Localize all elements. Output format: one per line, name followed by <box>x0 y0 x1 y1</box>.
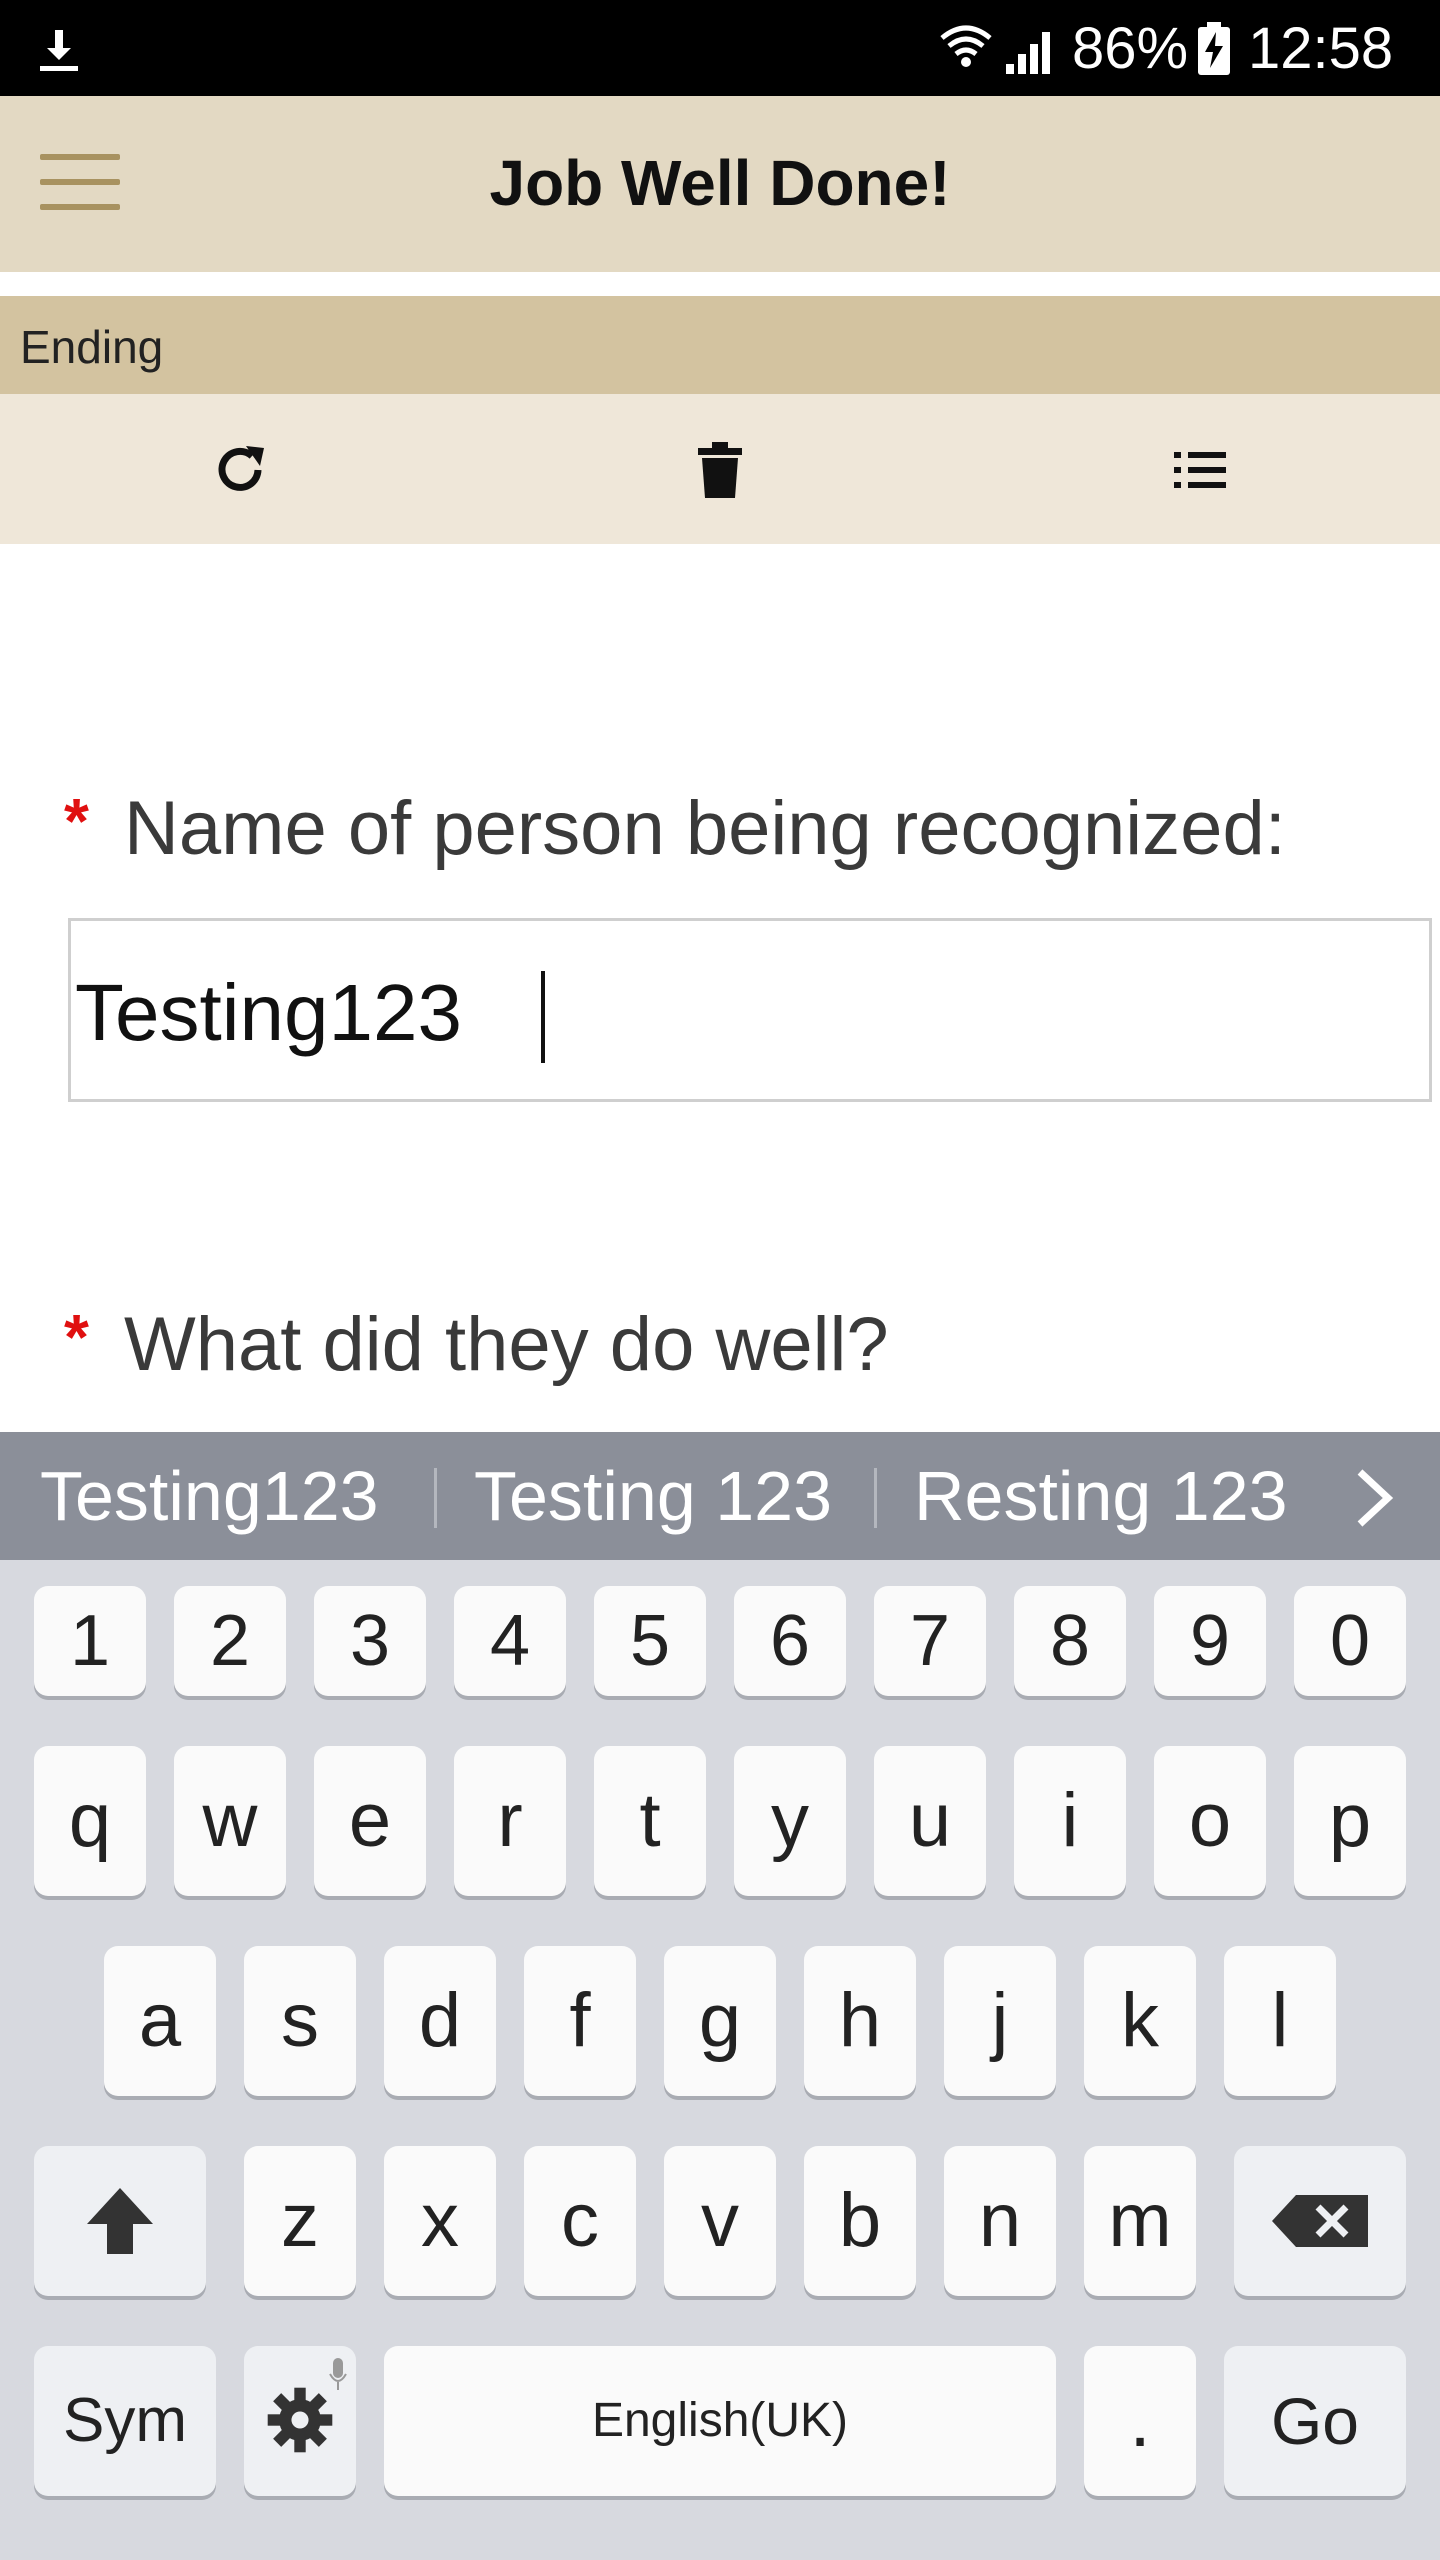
app-bar: Job Well Done! <box>0 96 1440 272</box>
section-header: Ending <box>0 296 1440 394</box>
form-toolbar <box>0 394 1440 544</box>
key-7[interactable]: 7 <box>874 1586 986 1696</box>
key-q[interactable]: q <box>34 1746 146 1896</box>
suggestion-item[interactable]: Testing 123 <box>474 1456 832 1536</box>
chevron-right-icon[interactable] <box>1350 1466 1398 1530</box>
battery-percent: 86% <box>1072 16 1189 81</box>
key-j[interactable]: j <box>944 1946 1056 2096</box>
key-8[interactable]: 8 <box>1014 1586 1126 1696</box>
key-f[interactable]: f <box>524 1946 636 2096</box>
key-r[interactable]: r <box>454 1746 566 1896</box>
divider <box>874 1468 877 1528</box>
settings-key[interactable] <box>244 2346 356 2496</box>
signal-icon <box>1006 32 1050 74</box>
key-n[interactable]: n <box>944 2146 1056 2296</box>
key-a[interactable]: a <box>104 1946 216 2096</box>
section-label: Ending <box>20 321 164 373</box>
sym-key[interactable]: Sym <box>34 2346 216 2496</box>
key-u[interactable]: u <box>874 1746 986 1896</box>
key-4[interactable]: 4 <box>454 1586 566 1696</box>
required-marker: * <box>64 1301 89 1373</box>
space-key[interactable]: English(UK) <box>384 2346 1056 2496</box>
download-icon <box>40 30 78 71</box>
key-0[interactable]: 0 <box>1294 1586 1406 1696</box>
key-6[interactable]: 6 <box>734 1586 846 1696</box>
divider <box>434 1468 437 1528</box>
divider <box>0 272 1440 296</box>
text-cursor <box>541 971 545 1063</box>
key-3[interactable]: 3 <box>314 1586 426 1696</box>
gear-icon <box>267 2387 333 2453</box>
page-title: Job Well Done! <box>489 147 951 219</box>
key-m[interactable]: m <box>1084 2146 1196 2296</box>
suggestion-item[interactable]: Resting 123 <box>914 1456 1288 1536</box>
key-h[interactable]: h <box>804 1946 916 2096</box>
key-1[interactable]: 1 <box>34 1586 146 1696</box>
key-t[interactable]: t <box>594 1746 706 1896</box>
shift-arrow-icon <box>87 2188 153 2254</box>
input-value: Testing123 <box>75 968 462 1057</box>
key-k[interactable]: k <box>1084 1946 1196 2096</box>
key-5[interactable]: 5 <box>594 1586 706 1696</box>
key-l[interactable]: l <box>1224 1946 1336 2096</box>
clock: 12:58 <box>1248 16 1394 81</box>
key-x[interactable]: x <box>384 2146 496 2296</box>
key-s[interactable]: s <box>244 1946 356 2096</box>
key-p[interactable]: p <box>1294 1746 1406 1896</box>
trash-icon[interactable] <box>688 438 752 502</box>
backspace-key[interactable] <box>1234 2146 1406 2296</box>
key-v[interactable]: v <box>664 2146 776 2296</box>
key-b[interactable]: b <box>804 2146 916 2296</box>
key-2[interactable]: 2 <box>174 1586 286 1696</box>
status-bar: 86% 12:58 <box>0 0 1440 96</box>
key-g[interactable]: g <box>664 1946 776 2096</box>
list-icon[interactable] <box>1168 438 1232 502</box>
key-y[interactable]: y <box>734 1746 846 1896</box>
battery-charging-icon <box>1198 22 1230 75</box>
key-o[interactable]: o <box>1154 1746 1266 1896</box>
go-key[interactable]: Go <box>1224 2346 1406 2496</box>
period-key[interactable]: . <box>1084 2346 1196 2496</box>
shift-key[interactable] <box>34 2146 206 2296</box>
keyboard: 1 2 3 4 5 6 7 8 9 0 q w e r t y u i o p … <box>0 1560 1440 2560</box>
wifi-icon <box>940 25 992 67</box>
backspace-icon <box>1272 2195 1368 2247</box>
question-label: What did they do well? <box>124 1302 889 1387</box>
key-c[interactable]: c <box>524 2146 636 2296</box>
key-i[interactable]: i <box>1014 1746 1126 1896</box>
key-w[interactable]: w <box>174 1746 286 1896</box>
key-9[interactable]: 9 <box>1154 1586 1266 1696</box>
refresh-icon[interactable] <box>208 438 272 502</box>
key-z[interactable]: z <box>244 2146 356 2296</box>
suggestion-bar: Testing123 Testing 123 Resting 123 <box>0 1432 1440 1560</box>
required-marker: * <box>64 785 89 857</box>
microphone-icon <box>329 2358 347 2390</box>
key-e[interactable]: e <box>314 1746 426 1896</box>
suggestion-item[interactable]: Testing123 <box>40 1456 379 1536</box>
name-input[interactable]: Testing123 <box>68 918 1432 1102</box>
key-d[interactable]: d <box>384 1946 496 2096</box>
question-label: Name of person being recognized: <box>124 786 1286 871</box>
